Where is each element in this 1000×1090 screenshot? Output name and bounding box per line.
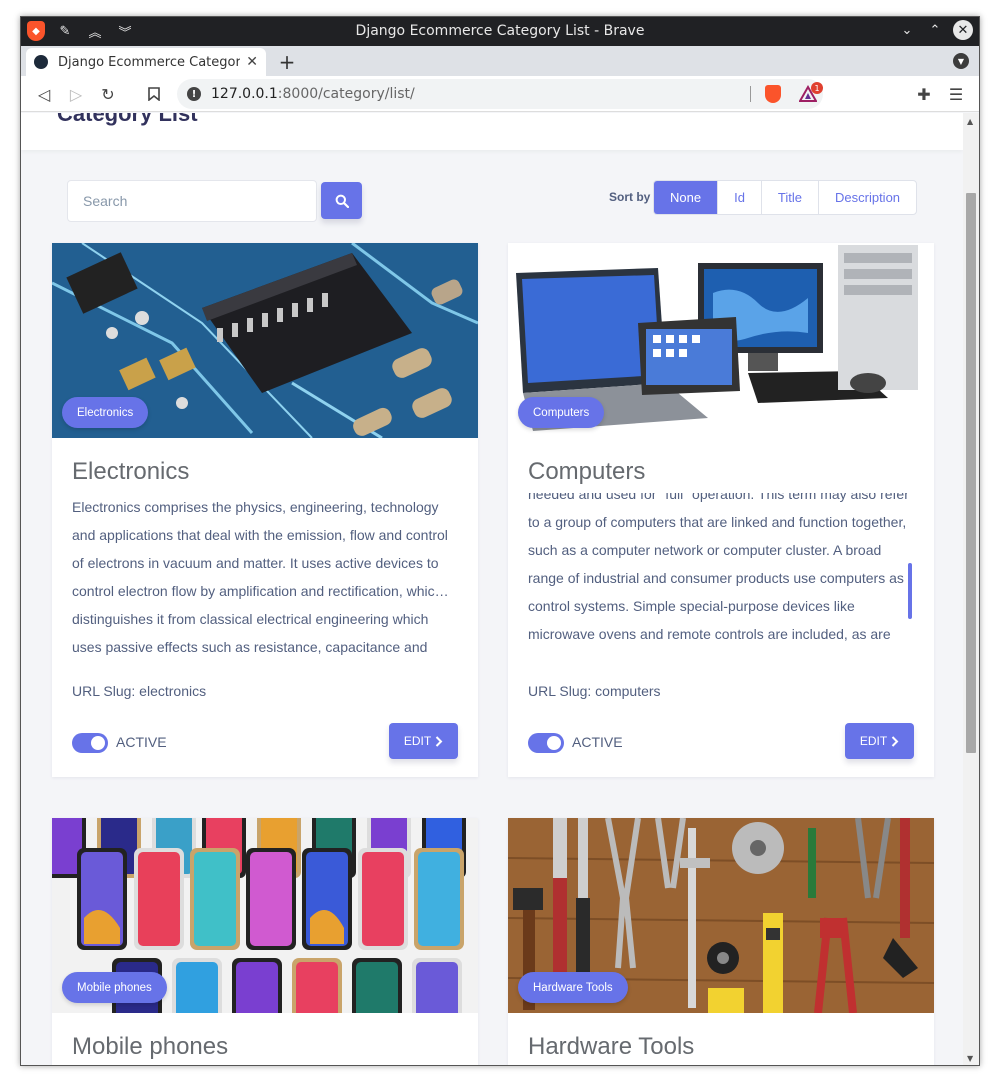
category-card-hardware-tools: Hardware Tools Hardware Tools	[508, 818, 934, 1065]
category-description-text: needed and used for "full" operation. Th…	[528, 493, 909, 655]
search-icon	[335, 194, 349, 208]
toggle-knob	[91, 736, 105, 750]
tab-label: Django Ecommerce Categor	[58, 54, 241, 70]
category-slug: URL Slug: computers	[528, 683, 661, 699]
sort-label: Sort by	[609, 190, 651, 204]
category-badge: Computers	[518, 397, 605, 428]
url-divider	[750, 86, 751, 102]
bookmark-icon[interactable]	[143, 83, 165, 105]
edit-button[interactable]: EDIT	[389, 723, 458, 759]
brave-shields-icon[interactable]	[765, 85, 781, 103]
page-scrollbar[interactable]: ▲ ▼	[963, 113, 979, 1065]
window-title: Django Ecommerce Category List - Brave	[355, 23, 645, 39]
menu-icon[interactable]: ☰	[945, 83, 967, 105]
close-window-icon[interactable]: ✕	[953, 20, 973, 40]
chevron-right-icon	[891, 735, 899, 747]
sort-title-button[interactable]: Title	[762, 181, 819, 214]
toggle-knob	[547, 736, 561, 750]
edit-label: EDIT	[403, 734, 432, 748]
edit-label: EDIT	[859, 734, 888, 748]
rewards-count-badge: 1	[811, 82, 823, 94]
category-card-electronics: Electronics Electronics Electronics comp…	[52, 243, 478, 777]
active-toggle[interactable]	[528, 733, 564, 753]
address-bar[interactable]: ! 127.0.0.1:8000/category/list/ 1	[177, 79, 823, 109]
category-description: Electronics comprises the physics, engin…	[72, 493, 460, 655]
forward-icon[interactable]: ▷	[65, 83, 87, 105]
url-path: :8000/category/list/	[277, 86, 415, 102]
page-viewport: Category List Sort by None Id Title Desc…	[21, 113, 963, 1065]
django-favicon-icon	[34, 55, 48, 69]
browser-tab[interactable]: Django Ecommerce Categor ✕	[26, 48, 266, 76]
sort-button-group: None Id Title Description	[653, 180, 918, 215]
active-toggle[interactable]	[72, 733, 108, 753]
category-card-mobile-phones: Mobile phones Mobile phones	[52, 818, 478, 1065]
description-scrollbar[interactable]	[908, 563, 912, 619]
sort-none-button[interactable]: None	[654, 181, 719, 214]
category-badge: Electronics	[62, 397, 149, 428]
close-tab-icon[interactable]: ✕	[246, 54, 258, 70]
search-input[interactable]	[67, 180, 317, 222]
category-badge: Hardware Tools	[518, 972, 628, 1003]
scrollbar-thumb[interactable]	[966, 193, 976, 753]
scroll-down-icon[interactable]: ▼	[967, 1054, 973, 1063]
reload-icon[interactable]: ↻	[97, 83, 119, 105]
scroll-up-icon[interactable]: ▲	[967, 117, 973, 126]
category-title: Electronics	[72, 458, 190, 485]
sort-id-button[interactable]: Id	[718, 181, 762, 214]
category-badge: Mobile phones	[62, 972, 167, 1003]
sort-description-button[interactable]: Description	[819, 181, 916, 214]
url-host: 127.0.0.1	[211, 86, 278, 102]
tab-search-icon[interactable]: ▼	[953, 53, 969, 69]
edit-button[interactable]: EDIT	[845, 723, 914, 759]
title-bar: ◆ ✎ ︽ ︾ Django Ecommerce Category List -…	[21, 17, 979, 46]
back-icon[interactable]: ◁	[33, 83, 55, 105]
chevron-right-icon	[435, 735, 443, 747]
search-button[interactable]	[321, 182, 362, 219]
active-label: ACTIVE	[116, 734, 167, 750]
category-title: Mobile phones	[72, 1033, 229, 1060]
page-title: Category List	[57, 113, 198, 126]
category-title: Hardware Tools	[528, 1033, 695, 1060]
active-label: ACTIVE	[572, 734, 623, 750]
category-slug: URL Slug: electronics	[72, 683, 207, 699]
page-header: Category List	[21, 113, 963, 150]
category-description[interactable]: needed and used for "full" operation. Th…	[528, 493, 916, 655]
tab-strip: Django Ecommerce Categor ✕ + ▼	[21, 46, 979, 76]
category-description-text: Electronics comprises the physics, engin…	[72, 499, 449, 655]
maximize-icon[interactable]: ⌃	[925, 20, 945, 40]
extensions-icon[interactable]: ✚	[913, 83, 935, 105]
new-tab-icon[interactable]: +	[277, 50, 297, 74]
site-info-icon[interactable]: !	[187, 87, 201, 101]
minimize-icon[interactable]: ⌄	[897, 20, 917, 40]
browser-toolbar: ◁ ▷ ↻ ! 127.0.0.1:8000/category/list/ 1 …	[21, 76, 979, 112]
category-title: Computers	[528, 458, 646, 485]
browser-window: ◆ ✎ ︽ ︾ Django Ecommerce Category List -…	[20, 16, 980, 1066]
category-card-computers: Computers Computers needed and used for …	[508, 243, 934, 777]
